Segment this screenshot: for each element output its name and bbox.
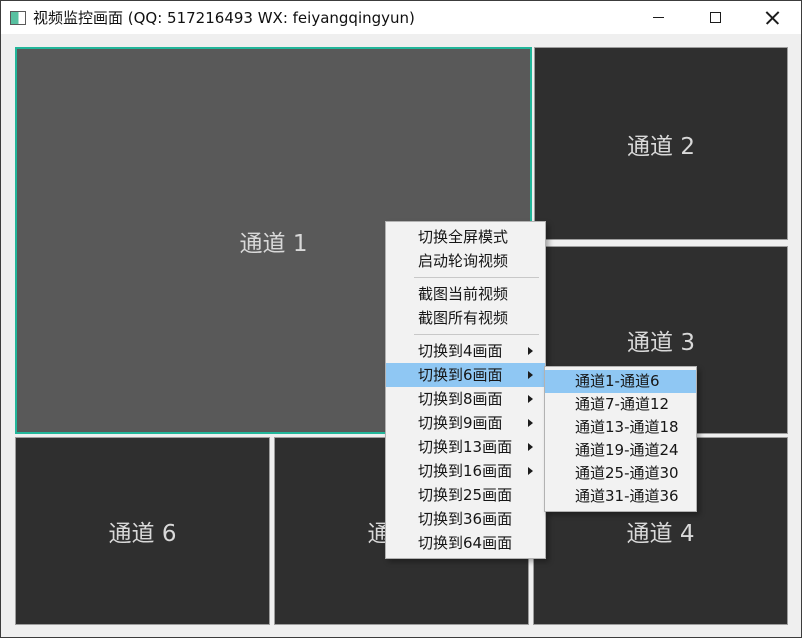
channel-panel-6[interactable]: 通道 6 — [15, 437, 270, 625]
menu-item-snapshot-all[interactable]: 截图所有视频 — [386, 306, 545, 330]
maximize-icon — [710, 12, 721, 23]
app-window: 视频监控画面 (QQ: 517216493 WX: feiyangqingyun… — [0, 0, 802, 638]
menu-item-switch-16[interactable]: 切换到16画面 — [386, 459, 545, 483]
minimize-button[interactable] — [630, 1, 687, 34]
menu-separator — [414, 334, 539, 335]
menu-item-switch-4[interactable]: 切换到4画面 — [386, 339, 545, 363]
menu-item-toggle-fullscreen[interactable]: 切换全屏模式 — [386, 225, 545, 249]
channel-label: 通道 3 — [627, 323, 695, 357]
menu-item-snapshot-current[interactable]: 截图当前视频 — [386, 282, 545, 306]
submenu-arrow-icon — [528, 443, 533, 451]
channel-label: 通道 1 — [240, 224, 308, 258]
window-controls — [630, 1, 801, 34]
window-title: 视频监控画面 (QQ: 517216493 WX: feiyangqingyun… — [33, 7, 415, 28]
submenu-item-ch13-18[interactable]: 通道13-通道18 — [545, 416, 696, 439]
close-button[interactable] — [744, 1, 801, 34]
menu-item-switch-8[interactable]: 切换到8画面 — [386, 387, 545, 411]
menu-item-start-polling[interactable]: 启动轮询视频 — [386, 249, 545, 273]
maximize-button[interactable] — [687, 1, 744, 34]
submenu-item-ch25-30[interactable]: 通道25-通道30 — [545, 462, 696, 485]
app-icon — [10, 11, 26, 25]
minimize-icon — [653, 17, 664, 18]
menu-item-switch-25[interactable]: 切换到25画面 — [386, 483, 545, 507]
close-icon — [765, 10, 780, 25]
submenu-arrow-icon — [528, 419, 533, 427]
menu-separator — [414, 277, 539, 278]
context-submenu: 通道1-通道6 通道7-通道12 通道13-通道18 通道19-通道24 通道2… — [544, 366, 697, 512]
submenu-item-ch19-24[interactable]: 通道19-通道24 — [545, 439, 696, 462]
submenu-arrow-icon — [528, 347, 533, 355]
titlebar: 视频监控画面 (QQ: 517216493 WX: feiyangqingyun… — [1, 1, 801, 34]
channel-label: 通道 4 — [627, 514, 695, 548]
context-menu: 切换全屏模式 启动轮询视频 截图当前视频 截图所有视频 切换到4画面 切换到6画… — [385, 221, 546, 559]
submenu-arrow-icon — [528, 467, 533, 475]
menu-item-switch-6[interactable]: 切换到6画面 — [386, 363, 545, 387]
submenu-arrow-icon — [528, 395, 533, 403]
submenu-item-ch31-36[interactable]: 通道31-通道36 — [545, 485, 696, 508]
submenu-item-ch7-12[interactable]: 通道7-通道12 — [545, 393, 696, 416]
channel-label: 通道 2 — [627, 127, 695, 161]
submenu-item-ch1-6[interactable]: 通道1-通道6 — [545, 370, 696, 393]
channel-panel-2[interactable]: 通道 2 — [534, 47, 788, 240]
channel-label: 通道 6 — [109, 514, 177, 548]
submenu-arrow-icon — [528, 371, 533, 379]
menu-item-switch-13[interactable]: 切换到13画面 — [386, 435, 545, 459]
menu-item-switch-64[interactable]: 切换到64画面 — [386, 531, 545, 555]
menu-item-switch-36[interactable]: 切换到36画面 — [386, 507, 545, 531]
menu-item-switch-9[interactable]: 切换到9画面 — [386, 411, 545, 435]
